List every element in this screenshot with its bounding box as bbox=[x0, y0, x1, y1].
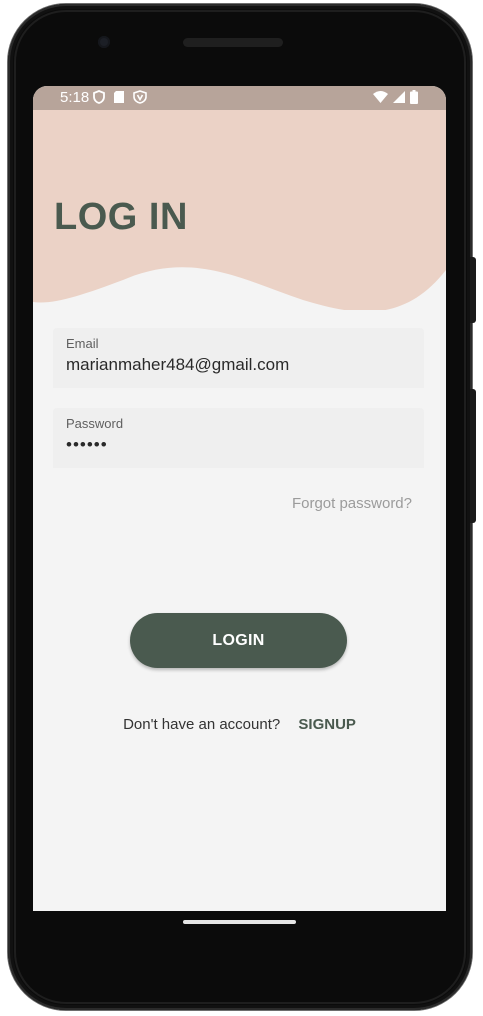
status-icons-left bbox=[93, 90, 147, 104]
vpn-icon bbox=[133, 90, 147, 104]
password-label: Password bbox=[66, 416, 124, 431]
sd-card-icon bbox=[114, 91, 124, 103]
app-screen: 5:18 LOG IN Email marianmaher484@gmail.c… bbox=[33, 86, 446, 911]
forgot-password-link[interactable]: Forgot password? bbox=[292, 495, 412, 512]
battery-icon bbox=[410, 90, 418, 104]
status-icons-right bbox=[373, 90, 418, 104]
no-account-text: Don't have an account? bbox=[123, 716, 281, 733]
status-bar: 5:18 bbox=[33, 86, 446, 110]
email-input[interactable] bbox=[66, 355, 406, 375]
password-input[interactable]: •••••• bbox=[66, 435, 406, 455]
email-field[interactable]: Email bbox=[53, 328, 424, 388]
signup-link[interactable]: SIGNUP bbox=[298, 716, 356, 733]
email-label: Email bbox=[66, 336, 99, 351]
password-field[interactable]: Password •••••• bbox=[53, 408, 424, 468]
earpiece-speaker bbox=[183, 38, 283, 47]
power-button bbox=[470, 389, 476, 523]
login-button[interactable]: LOGIN bbox=[130, 613, 347, 668]
status-time: 5:18 bbox=[60, 89, 90, 106]
volume-button bbox=[470, 257, 476, 323]
wifi-icon bbox=[373, 91, 388, 103]
signup-row: Don't have an account? SIGNUP bbox=[33, 716, 446, 733]
signal-icon bbox=[393, 91, 405, 103]
shield-icon bbox=[93, 90, 105, 104]
front-camera bbox=[98, 36, 110, 48]
home-indicator[interactable] bbox=[183, 920, 296, 924]
page-title: LOG IN bbox=[54, 196, 188, 238]
